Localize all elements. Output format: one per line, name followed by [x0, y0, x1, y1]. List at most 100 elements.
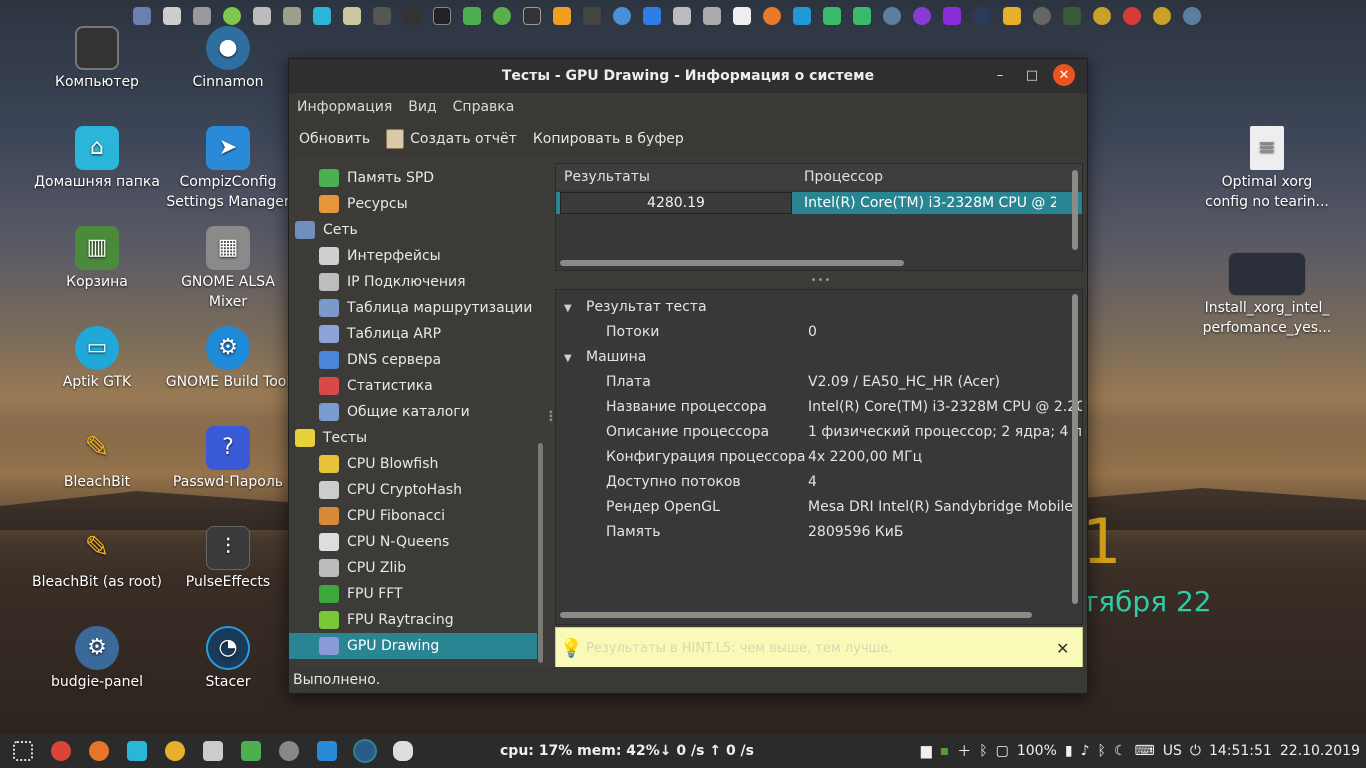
keyboard-icon[interactable]: ⌨	[1135, 743, 1155, 759]
sidebar-item[interactable]: FPU Raytracing	[289, 607, 537, 633]
speaker-icon[interactable]	[1088, 2, 1116, 30]
settings-icon[interactable]	[668, 2, 696, 30]
app-grid-icon[interactable]	[8, 736, 38, 766]
bluetooth-alt-icon[interactable]: ᛒ	[1098, 743, 1106, 759]
desktop-icon-bleachbit-root[interactable]: ✎ BleachBit (as root)	[32, 526, 162, 592]
terminal-icon[interactable]	[398, 2, 426, 30]
sidebar-item[interactable]: CPU Fibonacci	[289, 503, 537, 529]
expander-arrow-icon[interactable]: ▼	[564, 353, 586, 364]
display-icon[interactable]	[578, 2, 606, 30]
search-tool-icon[interactable]	[1118, 2, 1146, 30]
sidebar-item[interactable]: CPU Zlib	[289, 555, 537, 581]
results-row[interactable]: 4280.19 Intel(R) Core(TM) i3-2328M CPU @…	[556, 192, 1082, 214]
sidebar-item[interactable]: FPU FFT	[289, 581, 537, 607]
download-icon[interactable]	[548, 2, 576, 30]
store-icon[interactable]	[312, 736, 342, 766]
archive-icon[interactable]	[368, 2, 396, 30]
info-row[interactable]: Потоки 0	[556, 319, 1082, 344]
desktop-icon-budgie-panel[interactable]: ⚙ budgie-panel	[32, 626, 162, 692]
info-row[interactable]: Конфигурация процессора 4x 2200,00 МГц	[556, 444, 1082, 469]
window-titlebar[interactable]: Тесты - GPU Drawing - Информация о систе…	[289, 59, 1087, 93]
sidebar-item[interactable]: Таблица ARP	[289, 321, 537, 347]
clock-time[interactable]: 14:51:51	[1209, 743, 1272, 759]
desktop-icon-gnome-build[interactable]: ⚙ GNOME Build Tool	[163, 326, 293, 392]
document-icon[interactable]	[728, 2, 756, 30]
info-row[interactable]: Название процессора Intel(R) Core(TM) i3-…	[556, 394, 1082, 419]
info-group[interactable]: ▼ Результат теста	[556, 294, 1082, 319]
info-row[interactable]: Рендер OpenGL Mesa DRI Intel(R) Sandybrid…	[556, 494, 1082, 519]
sidebar-item[interactable]: GPU Drawing	[289, 633, 537, 659]
bluetooth-icon[interactable]: ᛒ	[979, 743, 987, 759]
hint-close-icon[interactable]: ✕	[1056, 639, 1082, 658]
expander-arrow-icon[interactable]: ▼	[564, 303, 586, 314]
copy-to-clipboard-button[interactable]: Копировать в буфер	[533, 131, 684, 147]
sidebar-item[interactable]: IP Подключения	[289, 269, 537, 295]
volume-icon[interactable]: ♪	[1081, 743, 1090, 759]
screen-icon[interactable]: ▢	[996, 743, 1009, 759]
desktop-icon-install-xorg[interactable]: Install_xorg_intel_ perfomance_yes...	[1202, 252, 1332, 338]
sidebar-scroll-thumb[interactable]	[538, 443, 543, 663]
equalizer-icon[interactable]	[1058, 2, 1086, 30]
sidebar-item[interactable]: Статистика	[289, 373, 537, 399]
power-icon[interactable]: ⏻	[1190, 743, 1201, 759]
sidebar-item[interactable]: CPU Blowfish	[289, 451, 537, 477]
info-vscrollbar[interactable]	[1072, 294, 1078, 604]
package-icon[interactable]	[198, 736, 228, 766]
desktop-icon-optimal-xorg[interactable]: ≡ Optimal xorg config no tearin...	[1202, 126, 1332, 212]
results-vscrollbar[interactable]	[1072, 170, 1078, 250]
add-icon[interactable]: ＋	[957, 741, 971, 761]
desktop-icon-bleachbit[interactable]: ✎ BleachBit	[32, 426, 162, 492]
sidebar-item[interactable]: Интерфейсы	[289, 243, 537, 269]
sidebar-item[interactable]: Ресурсы	[289, 191, 537, 217]
refresh-icon[interactable]	[488, 2, 516, 30]
close-button[interactable]: ✕	[1053, 64, 1075, 86]
cloud-icon[interactable]	[608, 2, 636, 30]
desktop-icon-alsa-mixer[interactable]: ▦ GNOME ALSA Mixer	[163, 226, 293, 312]
steam-icon[interactable]	[968, 2, 996, 30]
firefox-icon[interactable]	[84, 736, 114, 766]
pane-splitter-vertical[interactable]: •••	[545, 163, 556, 667]
desktop-icon-compizconfig[interactable]: ➤ CompizConfig Settings Manager	[163, 126, 293, 212]
budgie-icon[interactable]	[878, 2, 906, 30]
notes-icon[interactable]	[338, 2, 366, 30]
sidebar-item[interactable]: Память SPD	[289, 165, 537, 191]
desktop-icon-cinnamon[interactable]: ● Cinnamon	[163, 26, 293, 92]
folder-icon[interactable]: ▆	[921, 743, 932, 759]
info-row[interactable]: Описание процессора 1 физический процессо…	[556, 419, 1082, 444]
desktop-icon-home-folder[interactable]: ⌂ Домашняя папка	[32, 126, 162, 192]
info-hscrollbar[interactable]	[560, 612, 1032, 618]
refresh-button[interactable]: Обновить	[299, 131, 370, 147]
system-monitor-icon[interactable]	[518, 2, 546, 30]
clock-date[interactable]: 22.10.2019	[1280, 743, 1360, 759]
sidebar-item[interactable]: DNS сервера	[289, 347, 537, 373]
system-monitor-applet[interactable]: cpu: 17% mem: 42%↓ 0 /s ↑ 0 /s	[500, 734, 754, 768]
desktop-icon-pulseeffects[interactable]: ⫶ PulseEffects	[163, 526, 293, 592]
cloud-icon[interactable]	[388, 736, 418, 766]
kodi-icon[interactable]	[788, 2, 816, 30]
sidebar-item[interactable]: Тесты	[289, 425, 537, 451]
info-row[interactable]: Плата V2.09 / EA50_HC_HR (Acer)	[556, 369, 1082, 394]
gpu-icon[interactable]: ▪	[940, 743, 950, 759]
menu-information[interactable]: Информация	[297, 99, 392, 115]
star-icon[interactable]	[758, 2, 786, 30]
rocket-icon[interactable]	[274, 736, 304, 766]
maps-icon[interactable]	[236, 736, 266, 766]
battery-text[interactable]: 100%	[1017, 743, 1057, 759]
image-viewer-icon[interactable]	[458, 2, 486, 30]
terminal-alt-icon[interactable]	[428, 2, 456, 30]
sidebar-item[interactable]: Общие каталоги	[289, 399, 537, 425]
info-group[interactable]: ▼ Машина	[556, 344, 1082, 369]
pane-splitter-horizontal[interactable]: •••	[555, 275, 1087, 287]
night-light-icon[interactable]: ☾	[1114, 743, 1127, 759]
info-row[interactable]: Память 2809596 КиБ	[556, 519, 1082, 544]
chrome-icon[interactable]	[1028, 2, 1056, 30]
sidebar-item[interactable]: Сеть	[289, 217, 537, 243]
maximize-button[interactable]: □	[1021, 64, 1043, 86]
menu-help[interactable]: Справка	[453, 99, 515, 115]
settings-alt-icon[interactable]	[698, 2, 726, 30]
create-report-button[interactable]: Создать отчёт	[386, 129, 517, 149]
sidebar-item[interactable]: CPU N-Queens	[289, 529, 537, 555]
chrome-icon[interactable]	[46, 736, 76, 766]
folder-icon[interactable]	[308, 2, 336, 30]
speaker-alt-icon[interactable]	[1148, 2, 1176, 30]
